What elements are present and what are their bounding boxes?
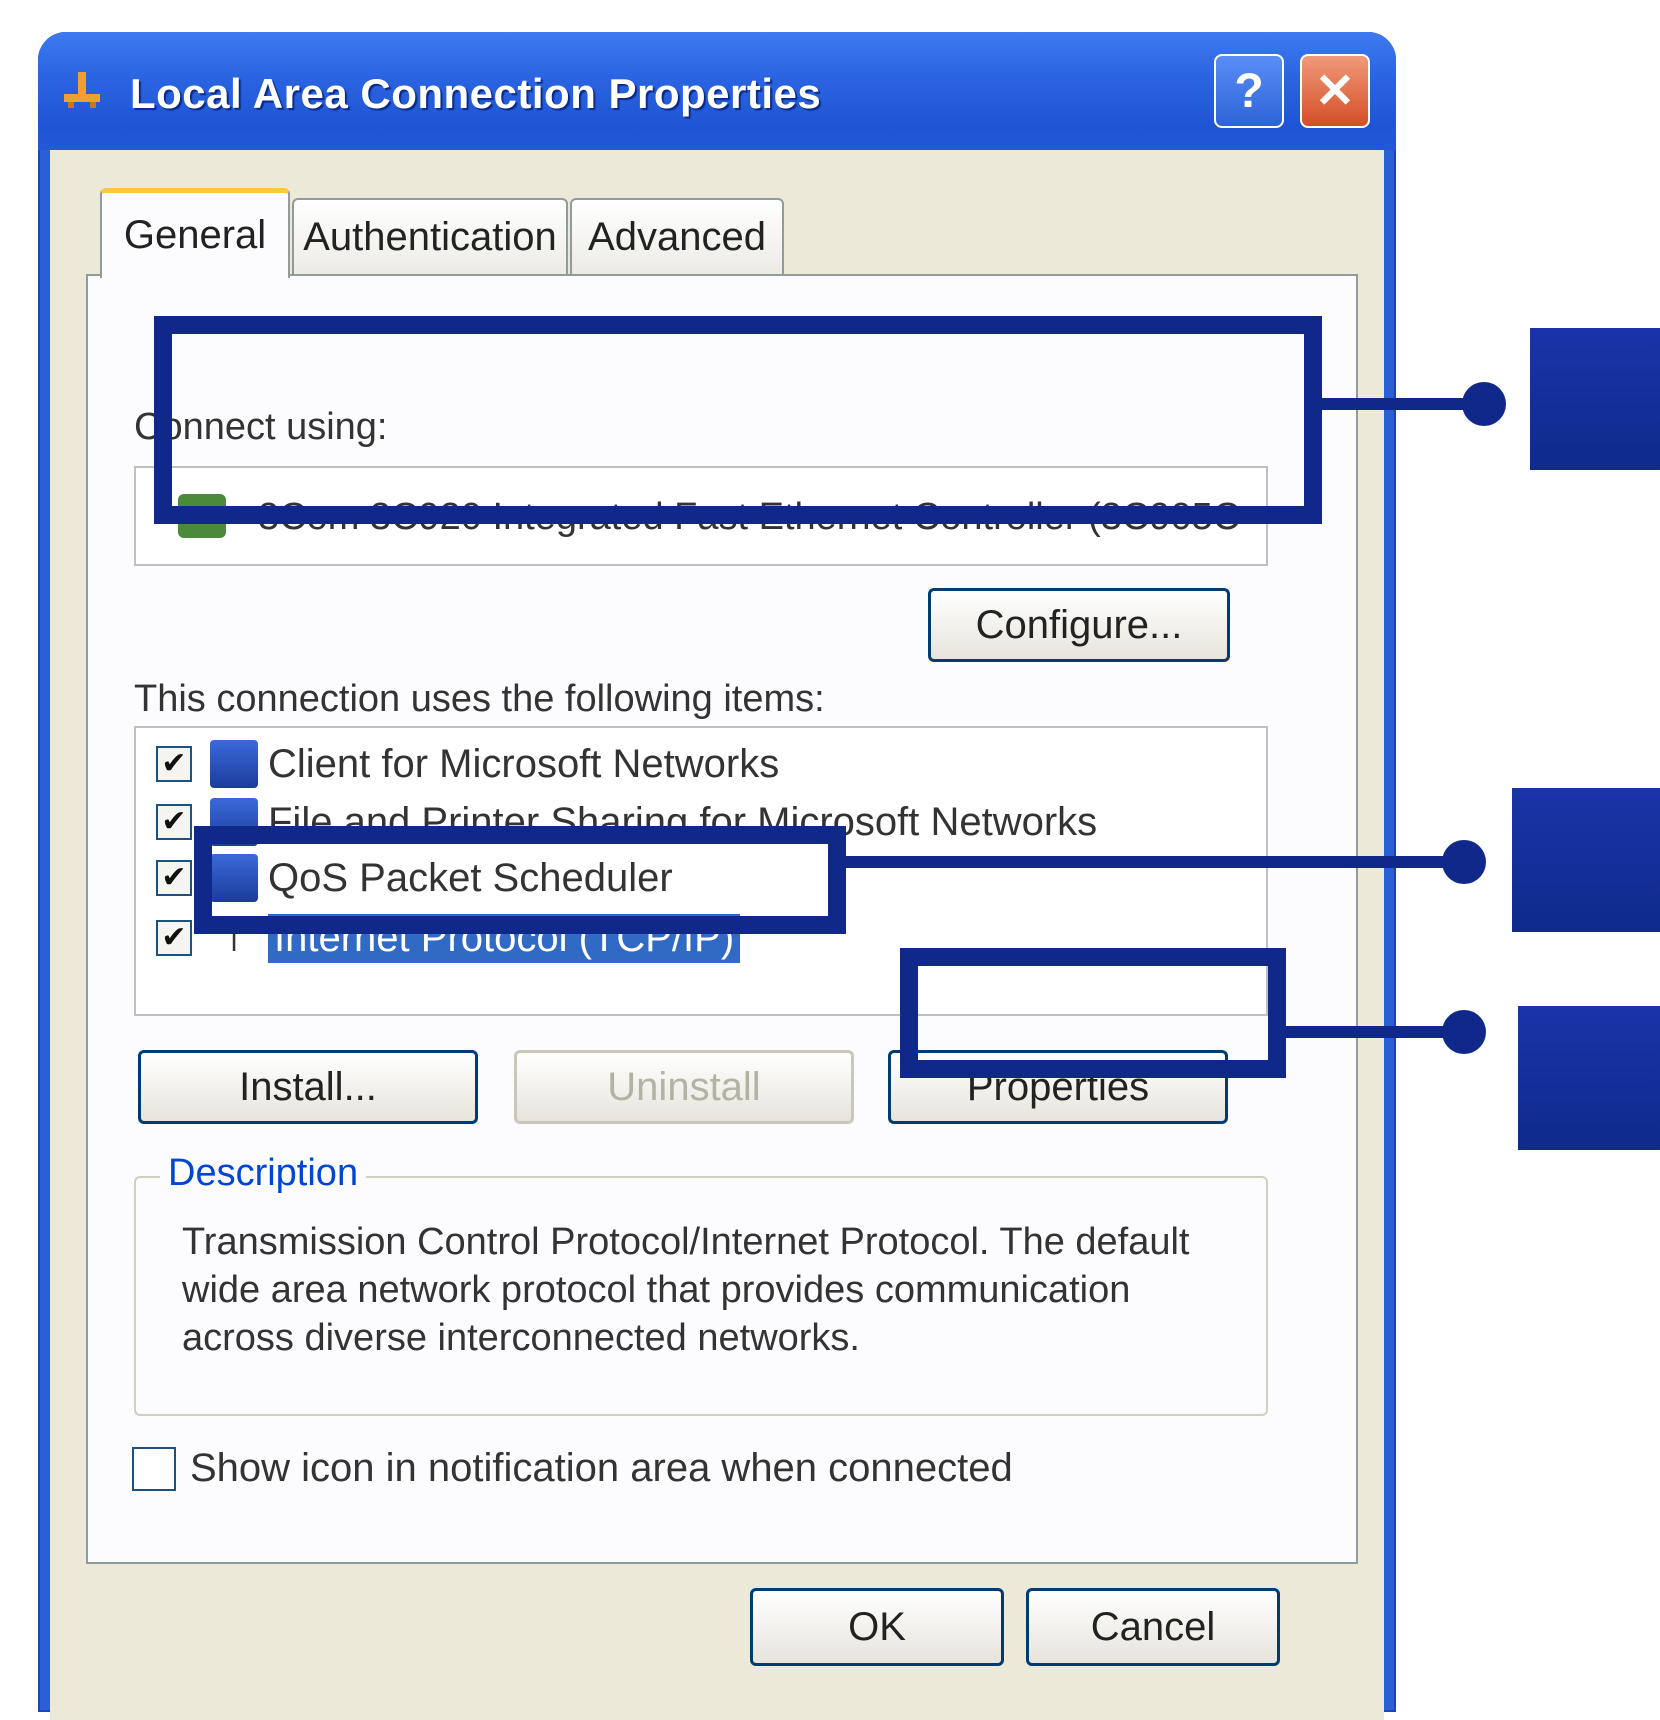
install-button[interactable]: Install... — [138, 1050, 478, 1124]
show-icon-label: Show icon in notification area when conn… — [190, 1446, 1013, 1490]
network-connection-icon — [64, 72, 100, 108]
configure-button[interactable]: Configure... — [928, 588, 1230, 662]
items-label: This connection uses the following items… — [134, 678, 825, 720]
list-item[interactable]: ✔ Client for Microsoft Networks — [156, 736, 779, 792]
protocol-callout-dot — [1442, 840, 1486, 884]
help-button[interactable]: ? — [1214, 54, 1284, 128]
tab-authentication[interactable]: Authentication — [292, 198, 568, 274]
adapter-callout-line — [1322, 398, 1482, 410]
tab-general[interactable]: General — [100, 188, 290, 278]
adapter-callout-dot — [1462, 382, 1506, 426]
item-checkbox[interactable]: ✔ — [156, 860, 192, 896]
description-text: Transmission Control Protocol/Internet P… — [182, 1221, 1190, 1359]
window-title: Local Area Connection Properties — [130, 70, 822, 117]
item-checkbox[interactable]: ✔ — [156, 746, 192, 782]
adapter-callout-marker — [1530, 328, 1660, 470]
properties-callout-marker — [1518, 1006, 1660, 1150]
item-label: Client for Microsoft Networks — [268, 741, 780, 786]
description-label: Description — [160, 1152, 367, 1195]
network-client-icon — [210, 740, 258, 788]
protocol-callout-marker — [1512, 788, 1660, 932]
help-icon: ? — [1234, 64, 1264, 118]
protocol-highlight-box — [194, 826, 846, 934]
show-icon-option[interactable]: Show icon in notification area when conn… — [132, 1446, 1013, 1491]
properties-callout-dot — [1442, 1010, 1486, 1054]
title-bar[interactable]: Local Area Connection Properties ? ✕ — [38, 32, 1396, 150]
close-icon: ✕ — [1314, 65, 1356, 118]
properties-callout-line — [1286, 1026, 1462, 1038]
item-checkbox[interactable]: ✔ — [156, 804, 192, 840]
item-checkbox[interactable]: ✔ — [156, 920, 192, 956]
close-button[interactable]: ✕ — [1300, 54, 1370, 128]
tab-advanced[interactable]: Advanced — [570, 198, 784, 274]
cancel-button[interactable]: Cancel — [1026, 1588, 1280, 1666]
uninstall-button[interactable]: Uninstall — [514, 1050, 854, 1124]
description-group: Description Transmission Control Protoco… — [134, 1152, 1268, 1416]
protocol-callout-line — [846, 856, 1466, 868]
adapter-highlight-box — [154, 316, 1322, 524]
ok-button[interactable]: OK — [750, 1588, 1004, 1666]
show-icon-checkbox[interactable] — [132, 1446, 176, 1491]
properties-highlight-box — [900, 948, 1286, 1078]
